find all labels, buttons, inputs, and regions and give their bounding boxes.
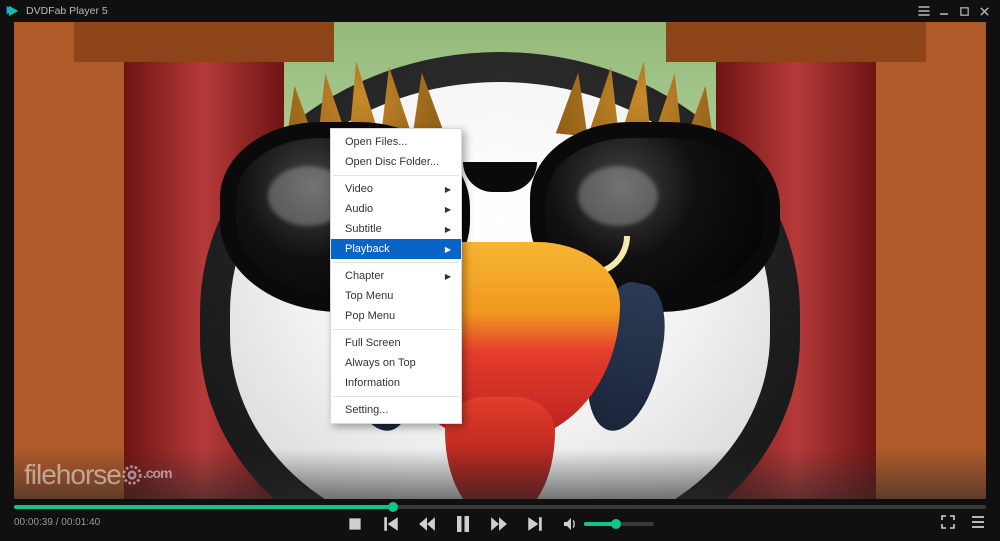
menu-separator <box>333 262 459 263</box>
menu-item-label: Setting... <box>345 404 388 416</box>
menu-item-label: Audio <box>345 203 373 215</box>
submenu-arrow-icon: ▶ <box>445 225 451 234</box>
transport-controls <box>346 511 654 537</box>
app-logo-icon <box>6 4 20 18</box>
time-elapsed: 00:00:39 <box>14 517 53 528</box>
menu-item-label: Subtitle <box>345 223 382 235</box>
menu-item-label: Open Disc Folder... <box>345 156 439 168</box>
next-button[interactable] <box>526 515 544 533</box>
close-button[interactable] <box>974 1 994 21</box>
menu-item-open-files[interactable]: Open Files... <box>331 132 461 152</box>
menu-item-label: Always on Top <box>345 357 416 369</box>
volume-knob[interactable] <box>611 519 621 529</box>
minimize-button[interactable] <box>934 1 954 21</box>
progress-track[interactable] <box>14 505 986 509</box>
title-bar: DVDFab Player 5 <box>0 0 1000 22</box>
menu-item-label: Pop Menu <box>345 310 395 322</box>
menu-item-playback[interactable]: Playback ▶ <box>331 239 461 259</box>
menu-item-full-screen[interactable]: Full Screen <box>331 333 461 353</box>
time-display: 00:00:39 / 00:01:40 <box>14 517 100 528</box>
menu-item-label: Playback <box>345 243 390 255</box>
video-viewport[interactable]: filehorse.com <box>14 22 986 499</box>
menu-item-setting[interactable]: Setting... <box>331 400 461 420</box>
menu-item-pop-menu[interactable]: Pop Menu <box>331 306 461 326</box>
menu-item-always-on-top[interactable]: Always on Top <box>331 353 461 373</box>
maximize-button[interactable] <box>954 1 974 21</box>
bg-pillar <box>14 22 124 499</box>
rewind-button[interactable] <box>418 515 436 533</box>
menu-button[interactable] <box>914 1 934 21</box>
menu-item-chapter[interactable]: Chapter ▶ <box>331 266 461 286</box>
menu-item-label: Information <box>345 377 400 389</box>
menu-item-audio[interactable]: Audio ▶ <box>331 199 461 219</box>
menu-separator <box>333 396 459 397</box>
menu-item-label: Top Menu <box>345 290 393 302</box>
right-controls <box>940 514 986 530</box>
fullscreen-button[interactable] <box>940 514 956 530</box>
stop-button[interactable] <box>346 515 364 533</box>
menu-item-subtitle[interactable]: Subtitle ▶ <box>331 219 461 239</box>
menu-item-information[interactable]: Information <box>331 373 461 393</box>
menu-item-label: Open Files... <box>345 136 407 148</box>
submenu-arrow-icon: ▶ <box>445 272 451 281</box>
menu-separator <box>333 329 459 330</box>
menu-item-label: Video <box>345 183 373 195</box>
submenu-arrow-icon: ▶ <box>445 185 451 194</box>
context-menu[interactable]: Open Files...Open Disc Folder...Video▶Au… <box>330 128 462 424</box>
menu-item-label: Full Screen <box>345 337 401 349</box>
time-duration: 00:01:40 <box>61 517 100 528</box>
menu-item-video[interactable]: Video ▶ <box>331 179 461 199</box>
playlist-button[interactable] <box>970 514 986 530</box>
previous-button[interactable] <box>382 515 400 533</box>
submenu-arrow-icon: ▶ <box>445 205 451 214</box>
menu-item-top-menu[interactable]: Top Menu <box>331 286 461 306</box>
volume-track[interactable] <box>584 522 654 526</box>
pause-button[interactable] <box>454 515 472 533</box>
bg-pillar <box>876 22 986 499</box>
controls-bar: 00:00:39 / 00:01:40 <box>0 499 1000 541</box>
volume-icon[interactable] <box>562 516 578 532</box>
progress-fill <box>14 505 393 509</box>
app-title: DVDFab Player 5 <box>26 5 108 17</box>
volume-control <box>562 516 654 532</box>
forward-button[interactable] <box>490 515 508 533</box>
menu-item-open-disc-folder[interactable]: Open Disc Folder... <box>331 152 461 172</box>
video-character <box>120 22 880 499</box>
menu-separator <box>333 175 459 176</box>
menu-item-label: Chapter <box>345 270 384 282</box>
submenu-arrow-icon: ▶ <box>445 245 451 254</box>
video-bottom-gradient <box>14 449 986 499</box>
